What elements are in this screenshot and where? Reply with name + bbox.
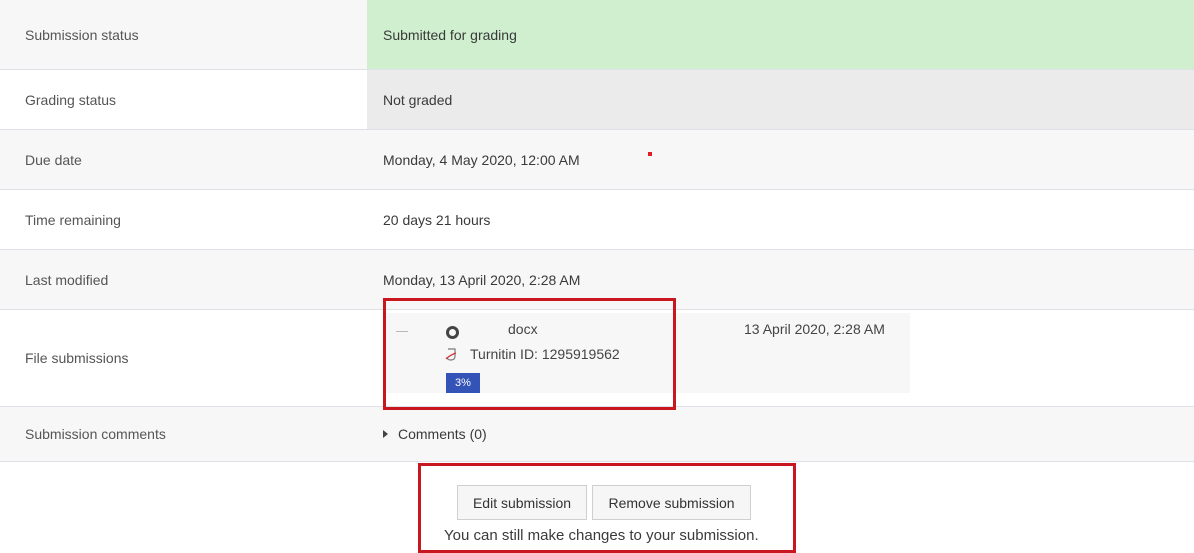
row-time-remaining: Time remaining 20 days 21 hours xyxy=(0,190,1194,250)
comments-link[interactable]: Comments (0) xyxy=(398,426,487,442)
red-marker-dot xyxy=(648,152,652,156)
caret-right-icon xyxy=(383,430,388,438)
actions-highlight-box xyxy=(418,463,796,553)
time-remaining-value: 20 days 21 hours xyxy=(383,211,491,228)
row-label: Grading status xyxy=(25,91,117,108)
row-due-date: Due date Monday, 4 May 2020, 12:00 AM xyxy=(0,130,1194,190)
comments-toggle[interactable]: Comments (0) xyxy=(383,426,487,442)
row-submission-comments: Submission comments Comments (0) xyxy=(0,407,1194,462)
row-label: Submission status xyxy=(25,26,139,43)
row-label: Due date xyxy=(25,151,82,168)
row-grading-status: Grading status Not graded xyxy=(0,70,1194,130)
comments-cell: Comments (0) xyxy=(367,407,1194,461)
grading-status-value: Not graded xyxy=(367,70,1194,129)
row-label: Submission comments xyxy=(25,426,166,442)
row-label: Last modified xyxy=(25,271,109,288)
submission-status-value: Submitted for grading xyxy=(367,0,1194,69)
due-date-value: Monday, 4 May 2020, 12:00 AM xyxy=(383,151,580,168)
file-date: 13 April 2020, 2:28 AM xyxy=(744,321,885,337)
row-label: File submissions xyxy=(25,350,129,366)
row-submission-status: Submission status Submitted for grading xyxy=(0,0,1194,70)
file-highlight-box xyxy=(383,298,676,410)
row-label: Time remaining xyxy=(25,211,121,228)
